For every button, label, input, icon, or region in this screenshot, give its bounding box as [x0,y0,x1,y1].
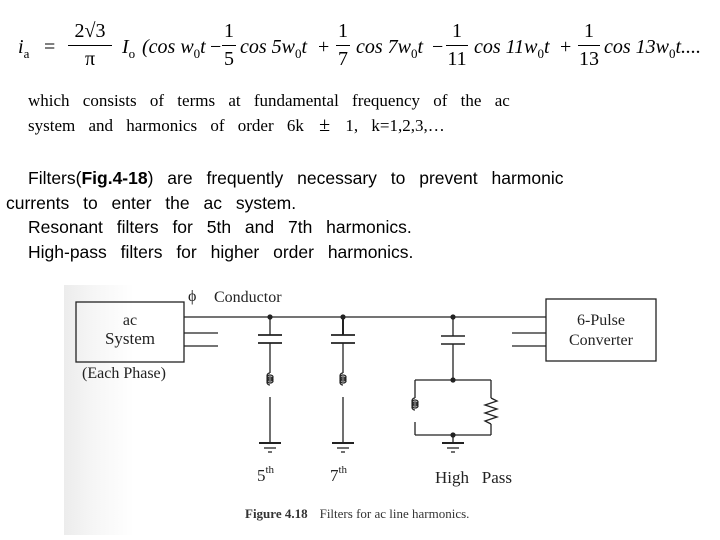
filters-description: Filters(Fig.4-18) are frequently necessa… [6,166,706,264]
junction-dot [340,314,346,320]
equation-sign: + [318,36,330,58]
equation-fraction-11: 1 11 [446,20,468,70]
fifth-harmonic-label: 5th [257,464,275,485]
equation-term-11th: cos 11w0t [474,36,550,61]
junction-dot [450,314,456,320]
equation-sign: + [560,36,572,58]
figure-caption: Figure 4.18 Filters for ac line harmonics… [245,506,469,522]
equation-term-5th: cos 5w0t [240,36,308,61]
resonant-filters-line: Resonant filters for 5th and 7th harmoni… [28,217,412,237]
high-pass-label: High Pass [435,468,512,487]
converter-box [545,298,657,362]
ac-system-label-line1: ac [123,312,137,329]
harmonic-current-equation: ia = 2√3 π Io (cos w0t − 15 cos 5w0t + 17… [18,18,718,78]
figure-number: Figure 4.18 [245,506,308,521]
filters-line-2: currents to enter the ac system. [6,192,297,213]
equation-fraction-7: 17 [336,20,350,70]
seventh-harmonic-filter [331,317,355,453]
filter-circuit-figure: ϕ Conductor ac System (Each Phase) 6-Pul… [64,285,684,535]
equation-lhs: ia [18,36,30,61]
equation-term-13th: cos 13w0t.... [604,36,702,61]
fifth-harmonic-filter [258,317,282,453]
high-pass-filters-line: High-pass filters for higher order harmo… [28,241,414,262]
circuit-diagram: ϕ Conductor ac System (Each Phase) 6-Pul… [75,288,657,487]
junction-dot [450,432,456,438]
ac-system-label-line2: System [105,329,155,348]
equation-fraction-13: 1 13 [578,20,600,70]
description-line-1: which consists of terms at fundamental f… [28,91,510,110]
phi-symbol: ϕ [188,288,196,305]
equation-equals: = [44,36,56,58]
equation-term-fundamental: (cos w0t [142,36,206,61]
converter-label-line2: Converter [569,332,634,349]
equation-term-7th: cos 7w0t [356,36,424,61]
harmonics-description: which consists of terms at fundamental f… [28,89,648,138]
equation-sign: − [432,36,444,58]
plus-minus-symbol: ± [319,114,331,136]
figure-reference: Fig.4-18 [81,168,148,188]
equation-fraction-5: 15 [222,20,236,70]
seventh-harmonic-label: 7th [330,464,348,485]
description-line-2: system and harmonics of order 6k ± 1, k=… [28,114,445,136]
equation-coefficient: 2√3 π [68,20,112,70]
equation-amplitude: Io [122,36,136,61]
junction-dot [267,314,273,320]
filters-line-1: Filters(Fig.4-18) are frequently necessa… [28,168,564,188]
equation-sign: − [210,36,222,58]
converter-label-line1: 6-Pulse [577,312,625,329]
high-pass-filter [411,317,500,453]
each-phase-note: (Each Phase) [82,365,166,382]
conductor-label: Conductor [214,289,282,306]
figure-caption-text: Filters for ac line harmonics. [319,506,470,521]
junction-dot [450,377,456,383]
